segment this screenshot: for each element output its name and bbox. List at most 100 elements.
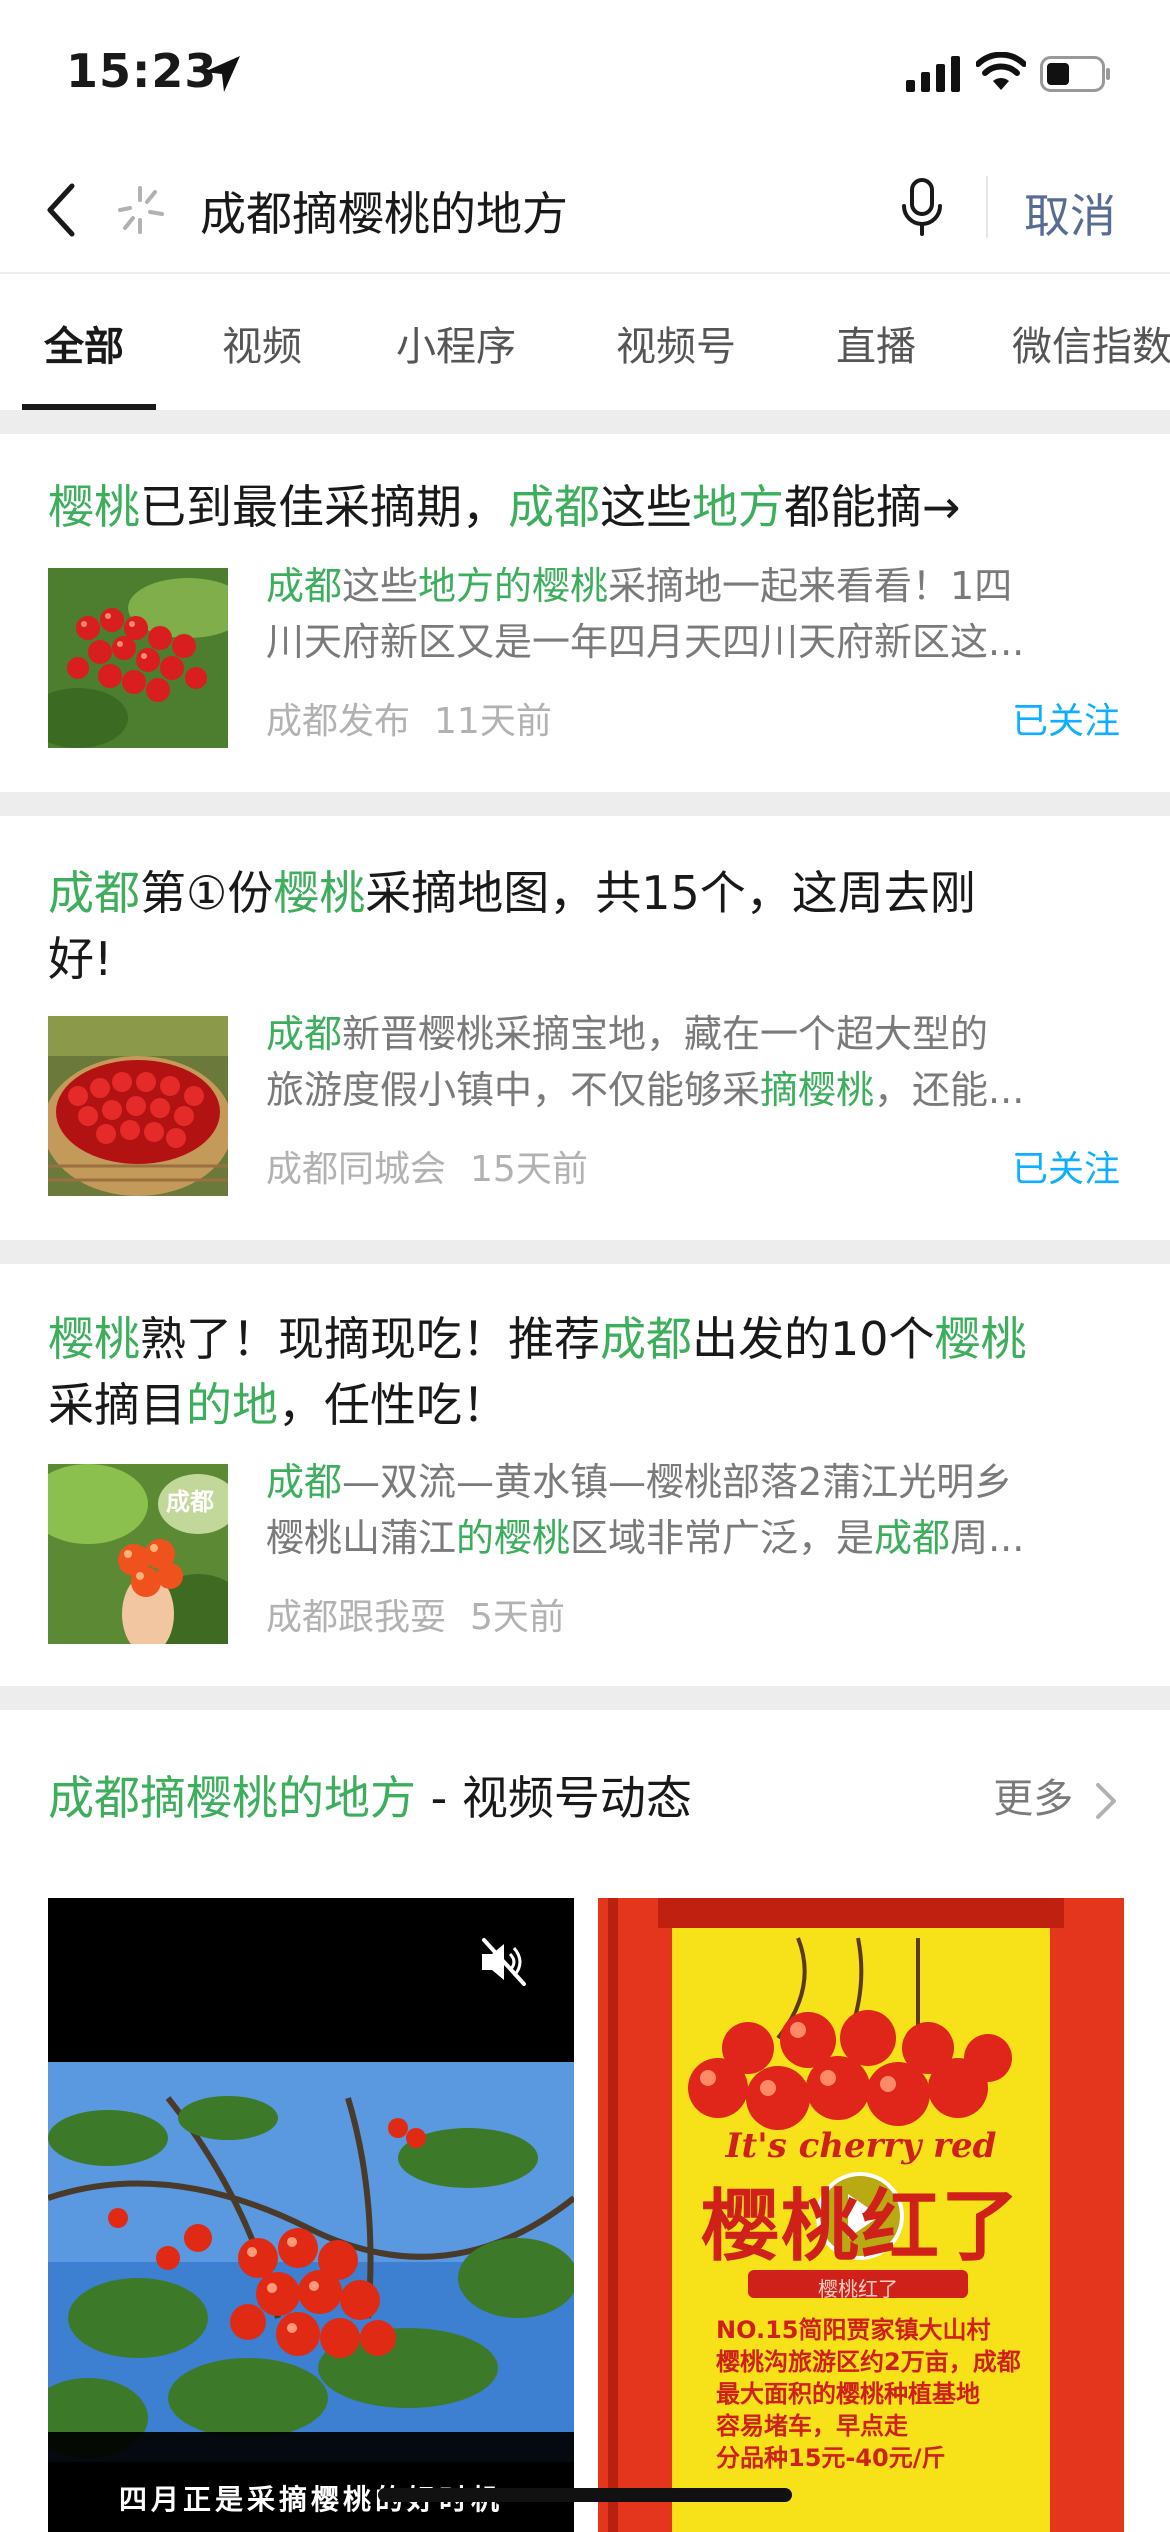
location-arrow-icon: [204, 56, 240, 92]
result-title[interactable]: 成都第①份樱桃采摘地图，共15个，这周去刚好!: [48, 860, 1128, 992]
result-meta: 成都跟我耍 5天前: [266, 1588, 565, 1640]
title-keyword: 樱桃: [48, 480, 140, 534]
snippet-text: ，还能...: [874, 1068, 1025, 1112]
status-bar: 15:23: [0, 0, 1170, 140]
poster-ribbon: 樱桃红了: [818, 2277, 898, 2301]
title-text: 采摘目: [48, 1378, 186, 1432]
search-bar: 成都摘樱桃的地方 取消: [0, 150, 1170, 270]
poster-english-title: It's cherry red: [725, 2126, 997, 2166]
result-thumbnail[interactable]: [48, 1016, 228, 1196]
snippet-text: 这些: [342, 564, 419, 608]
snippet-keyword: 摘樱桃: [760, 1068, 875, 1112]
snippet-text: 川天府新区又是一年四月天四川天府新区这...: [266, 620, 1025, 664]
poster-desc-line: 分品种15元-40元/斤: [716, 2444, 946, 2472]
title-keyword: 樱桃: [934, 1312, 1027, 1366]
home-indicator: [378, 2488, 792, 2502]
title-keyword: 成都: [600, 1312, 692, 1366]
result-time: 11天前: [434, 701, 552, 742]
microphone-icon[interactable]: [898, 176, 946, 240]
more-label: 更多: [993, 1776, 1074, 1822]
status-time: 15:23: [66, 44, 218, 98]
title-text: 这些: [600, 480, 692, 534]
thumbnail-overlay-text: 成都: [166, 1488, 214, 1516]
title-text: 熟了！现摘现吃！推荐: [140, 1312, 600, 1366]
title-keyword: 的地: [186, 1378, 278, 1432]
result-snippet: 成都—双流—黄水镇—樱桃部落2蒲江光明乡 樱桃山蒲江的樱桃区域非常广泛，是成都周…: [266, 1454, 1126, 1566]
title-text: 已到最佳采摘期，: [140, 480, 508, 534]
snippet-keyword: 成都: [266, 1460, 343, 1504]
snippet-text: 旅游度假小镇中，不仅能够采: [266, 1068, 761, 1112]
section-title-text: - 视频号动态: [416, 1771, 692, 1825]
chevron-right-icon: [1096, 1783, 1116, 1819]
tab-mini-program[interactable]: 小程序: [396, 314, 516, 372]
result-source[interactable]: 成都同城会: [266, 1149, 446, 1190]
section-separator: [0, 1686, 1170, 1710]
snippet-text: 采摘地一起来看看！1四: [608, 564, 1013, 608]
section-separator: [0, 1240, 1170, 1264]
wifi-icon: [976, 52, 1026, 90]
result-title[interactable]: 樱桃熟了！现摘现吃！推荐成都出发的10个樱桃 采摘目的地，任性吃！: [48, 1306, 1128, 1438]
result-meta: 成都同城会 15天前: [266, 1140, 588, 1192]
title-text: 都能摘→: [784, 480, 961, 534]
search-input[interactable]: 成都摘樱桃的地方: [200, 178, 568, 244]
result-title[interactable]: 樱桃已到最佳采摘期，成都这些地方都能摘→: [48, 474, 1128, 540]
tab-bar: 全部 视频 小程序 视频号 直播 微信指数: [0, 274, 1170, 410]
cherry-tree-video: [48, 1898, 574, 2532]
channels-section-title[interactable]: 成都摘樱桃的地方 - 视频号动态: [48, 1762, 692, 1828]
tab-live[interactable]: 直播: [836, 314, 916, 372]
result-thumbnail[interactable]: [48, 568, 228, 748]
video-card[interactable]: 四月正是采摘樱桃的好时机: [48, 1898, 574, 2532]
snippet-keyword: 的樱桃: [456, 1516, 571, 1560]
poster-headline: 樱桃红了: [700, 2182, 1021, 2272]
tab-channels[interactable]: 视频号: [616, 314, 736, 372]
snippet-keyword: 成都: [874, 1516, 951, 1560]
result-time: 15天前: [470, 1149, 588, 1190]
divider: [986, 176, 988, 238]
result-card[interactable]: 樱桃已到最佳采摘期，成都这些地方都能摘→ 成都这些地方的樱桃采摘地一起来看看！1…: [0, 434, 1170, 792]
title-keyword: 樱桃: [273, 866, 366, 920]
title-keyword: 成都: [48, 866, 140, 920]
title-text: 第①份: [140, 866, 274, 920]
cherries-image: [48, 568, 228, 748]
section-title-keyword: 成都摘樱桃的地方: [48, 1771, 416, 1825]
followed-badge: 已关注: [1011, 1149, 1120, 1190]
poster-desc-line: NO.15简阳贾家镇大山村: [716, 2316, 991, 2344]
cancel-button[interactable]: 取消: [1024, 180, 1116, 246]
title-text: 采摘地图，共15个，这周去刚: [365, 866, 976, 920]
poster-desc-line: 容易堵车，早点走: [716, 2412, 908, 2440]
result-thumbnail[interactable]: 成都: [48, 1464, 228, 1644]
result-source[interactable]: 成都发布: [266, 701, 410, 742]
cherry-basket-image: [48, 1016, 228, 1196]
result-card[interactable]: 成都第①份樱桃采摘地图，共15个，这周去刚 好! 成都新晋樱桃采摘宝地，藏在一个超…: [0, 816, 1170, 1240]
title-text: ，任性吃！: [278, 1378, 508, 1432]
cellular-signal-icon: [906, 56, 960, 92]
section-separator: [0, 410, 1170, 434]
poster-desc-line: 最大面积的樱桃种植基地: [716, 2380, 980, 2408]
snippet-text: 区域非常广泛，是: [570, 1516, 875, 1560]
title-text: 好!: [48, 932, 113, 986]
result-snippet: 成都这些地方的樱桃采摘地一起来看看！1四 川天府新区又是一年四月天四川天府新区这…: [266, 558, 1126, 670]
battery-icon: [1040, 56, 1110, 92]
result-card[interactable]: 樱桃熟了！现摘现吃！推荐成都出发的10个樱桃 采摘目的地，任性吃！ 成都 成都—双…: [0, 1264, 1170, 1686]
loading-spinner-icon: [118, 186, 164, 234]
poster-description: NO.15简阳贾家镇大山村 樱桃沟旅游区约2万亩，成都 最大面积的樱桃种植基地 …: [716, 2314, 1046, 2474]
tab-wechat-index[interactable]: 微信指数: [1012, 314, 1170, 372]
result-time: 5天前: [470, 1597, 565, 1638]
snippet-text: 樱桃山蒲江: [266, 1516, 457, 1560]
back-chevron-icon[interactable]: [42, 180, 82, 240]
followed-badge: 已关注: [1011, 701, 1120, 742]
title-keyword: 地方: [692, 480, 784, 534]
poster-desc-line: 樱桃沟旅游区约2万亩，成都: [716, 2348, 1021, 2376]
snippet-text: 周...: [950, 1516, 1025, 1560]
result-meta: 成都发布 11天前: [266, 692, 552, 744]
more-button[interactable]: 更多: [993, 1766, 1118, 1824]
snippet-text: 新晋樱桃采摘宝地，藏在一个超大型的: [342, 1012, 989, 1056]
snippet-keyword: 成都: [266, 1012, 343, 1056]
tab-all[interactable]: 全部: [44, 314, 124, 372]
title-text: 出发的10个: [692, 1312, 935, 1366]
tab-video[interactable]: 视频: [222, 314, 302, 372]
title-keyword: 樱桃: [48, 1312, 140, 1366]
result-source[interactable]: 成都跟我耍: [266, 1597, 446, 1638]
video-card[interactable]: It's cherry red 樱桃红了 樱桃红了 NO.15简阳贾家镇大山村 …: [598, 1898, 1124, 2532]
result-snippet: 成都新晋樱桃采摘宝地，藏在一个超大型的 旅游度假小镇中，不仅能够采摘樱桃，还能.…: [266, 1006, 1126, 1118]
